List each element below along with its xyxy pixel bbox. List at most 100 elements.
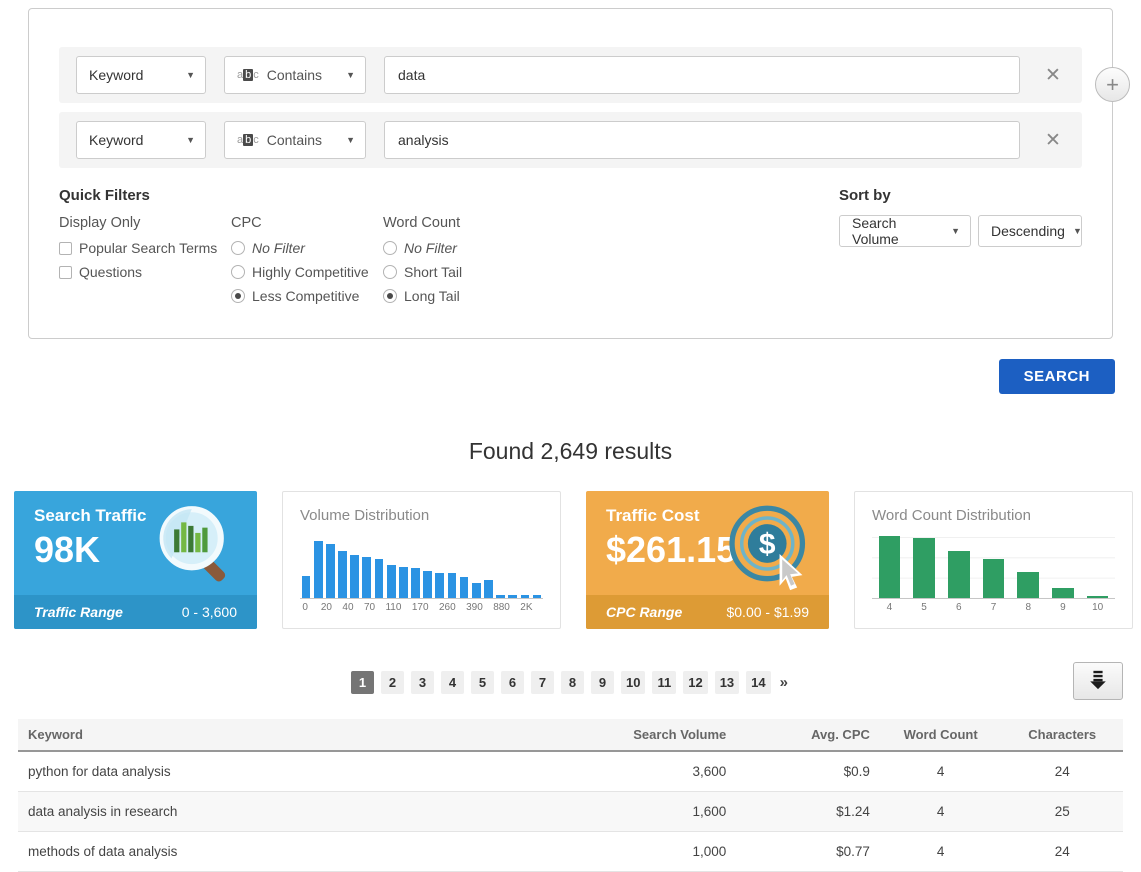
page-button-10[interactable]: 10 [621,671,646,694]
keyword-cell[interactable]: methods of data analysis [18,831,527,872]
field-select[interactable]: Keyword ▼ [76,121,206,159]
page-button-8[interactable]: 8 [561,671,585,694]
bar [312,541,324,598]
radio-button[interactable] [383,265,397,279]
axis-tick-label: 4 [886,602,893,613]
page-button-4[interactable]: 4 [441,671,465,694]
traffic-range-value: 0 - 3,600 [181,604,237,620]
page-button-11[interactable]: 11 [652,671,677,694]
filter-option[interactable]: No Filter [383,240,553,256]
remove-filter-button[interactable]: ✕ [1038,131,1068,150]
page-button-6[interactable]: 6 [501,671,525,694]
operator-select[interactable]: a b c Contains ▼ [224,56,366,94]
value-cell: 24 [1001,831,1123,872]
panel-bottom: Quick Filters Display Only Popular Search… [59,187,1082,312]
sort-by: Sort by Search Volume ▼ Descending ▼ [839,187,1082,312]
filter-option[interactable]: Long Tail [383,288,553,304]
filter-option[interactable]: Questions [59,264,231,280]
table-row[interactable]: python for data analysis 3,600 $0.9 4 24 [18,751,1123,792]
field-value: Keyword [89,132,144,148]
volume-distribution-card: Volume Distribution 0 20 40 70 110 170 260 390 8… [282,491,561,629]
page-button-5[interactable]: 5 [471,671,495,694]
bar [385,542,397,598]
bar [397,542,409,598]
value-cell: $0.77 [736,831,880,872]
table-header-row: Keyword Search Volume Avg. CPC Word Count Ch… [18,719,1123,752]
keyword-cell[interactable]: data analysis in research [18,791,527,832]
filter-row: Keyword ▼ abc Contains ▼ ✕ [59,112,1082,168]
radio-button[interactable] [231,241,245,255]
filter-option[interactable]: Short Tail [383,264,553,280]
chevron-down-icon: ▼ [951,226,960,236]
page-button-2[interactable]: 2 [381,671,405,694]
bar [1011,537,1046,598]
page-button-1[interactable]: 1 [351,671,375,694]
search-traffic-card: Search Traffic 98K Traffic Range 0 - 3,6… [14,491,257,629]
download-button[interactable] [1073,662,1123,700]
table-row[interactable]: data analysis in research 1,600 $1.24 4 25 [18,791,1123,832]
next-pages-button[interactable]: » [778,674,790,691]
sort-field-value: Search Volume [852,215,899,247]
operator-select[interactable]: a b c Contains ▼ [224,121,366,159]
cpc-range-label: CPC Range [606,604,683,620]
table-row[interactable]: methods of data analysis 1,000 $0.77 4 24 [18,831,1123,872]
chevron-down-icon: ▼ [1072,226,1082,236]
bar [1080,537,1115,598]
add-filter-button[interactable]: + [1095,67,1130,102]
axis-tick-label [375,602,385,613]
keyword-cell[interactable]: python for data analysis [18,751,527,792]
column-header: Word Count [879,719,1002,752]
axis-tick-label: 6 [956,602,962,613]
filter-option[interactable]: Popular Search Terms [59,240,231,256]
filter-option[interactable]: Less Competitive [231,288,383,304]
page-button-13[interactable]: 13 [714,671,740,694]
value-cell: 1,600 [526,791,737,832]
keywords-table: Keyword Search Volume Avg. CPC Word Count Ch… [18,719,1123,872]
word-count-distribution-card: Word Count Distribution 4 5 6 7 8 9 10 [854,491,1133,629]
field-select[interactable]: Keyword ▼ [76,56,206,94]
radio-button[interactable] [383,241,397,255]
results-toolbar: 1 2 3 4 5 6 7 8 9 10 11 12 13 14» [0,662,1141,709]
axis-tick-label [332,602,342,613]
traffic-range-label: Traffic Range [34,604,123,620]
filter-row: Keyword ▼ abc Contains ▼ ✕ [59,47,1082,103]
bar [872,536,907,598]
keyword-input[interactable] [384,121,1020,159]
group-label: Display Only [59,215,141,231]
axis-tick-label: 880 [493,602,510,613]
page-button-3[interactable]: 3 [411,671,435,694]
option-label: Short Tail [404,264,463,280]
bar [976,537,1011,598]
filter-option[interactable]: Highly Competitive [231,264,383,280]
download-icon [1087,669,1109,694]
axis-tick-label [533,602,543,613]
radio-button[interactable] [383,289,397,303]
remove-filter-button[interactable]: ✕ [1038,66,1068,85]
checkbox[interactable] [59,241,72,255]
radio-button[interactable] [231,265,245,279]
bar [531,542,543,598]
value-cell: 4 [879,751,1002,792]
bar [300,542,312,598]
axis-tick-label: 9 [1060,602,1066,613]
filter-option[interactable]: No Filter [231,240,383,256]
keyword-input[interactable] [384,56,1020,94]
quick-filters-title: Quick Filters [59,187,150,204]
abc-icon: abc [237,69,259,81]
quick-filter-group: CPC No Filter Highly Competitive Less Compe… [231,215,383,312]
page-button-14[interactable]: 14 [746,671,771,694]
sort-field-select[interactable]: Search Volume ▼ [839,215,971,247]
axis-tick-label: 390 [466,602,483,613]
axis-tick-label: 8 [1025,602,1032,613]
checkbox[interactable] [59,265,72,279]
search-button[interactable]: SEARCH [998,359,1115,394]
sort-direction-select[interactable]: Descending ▼ [978,215,1082,247]
axis-tick-label: 7 [990,602,997,613]
page-button-7[interactable]: 7 [531,671,555,694]
bar [336,542,348,598]
magnifier-bars-icon [153,503,241,596]
page-button-9[interactable]: 9 [591,671,615,694]
page-button-12[interactable]: 12 [683,671,708,694]
radio-button[interactable] [231,289,245,303]
bar [446,542,458,598]
